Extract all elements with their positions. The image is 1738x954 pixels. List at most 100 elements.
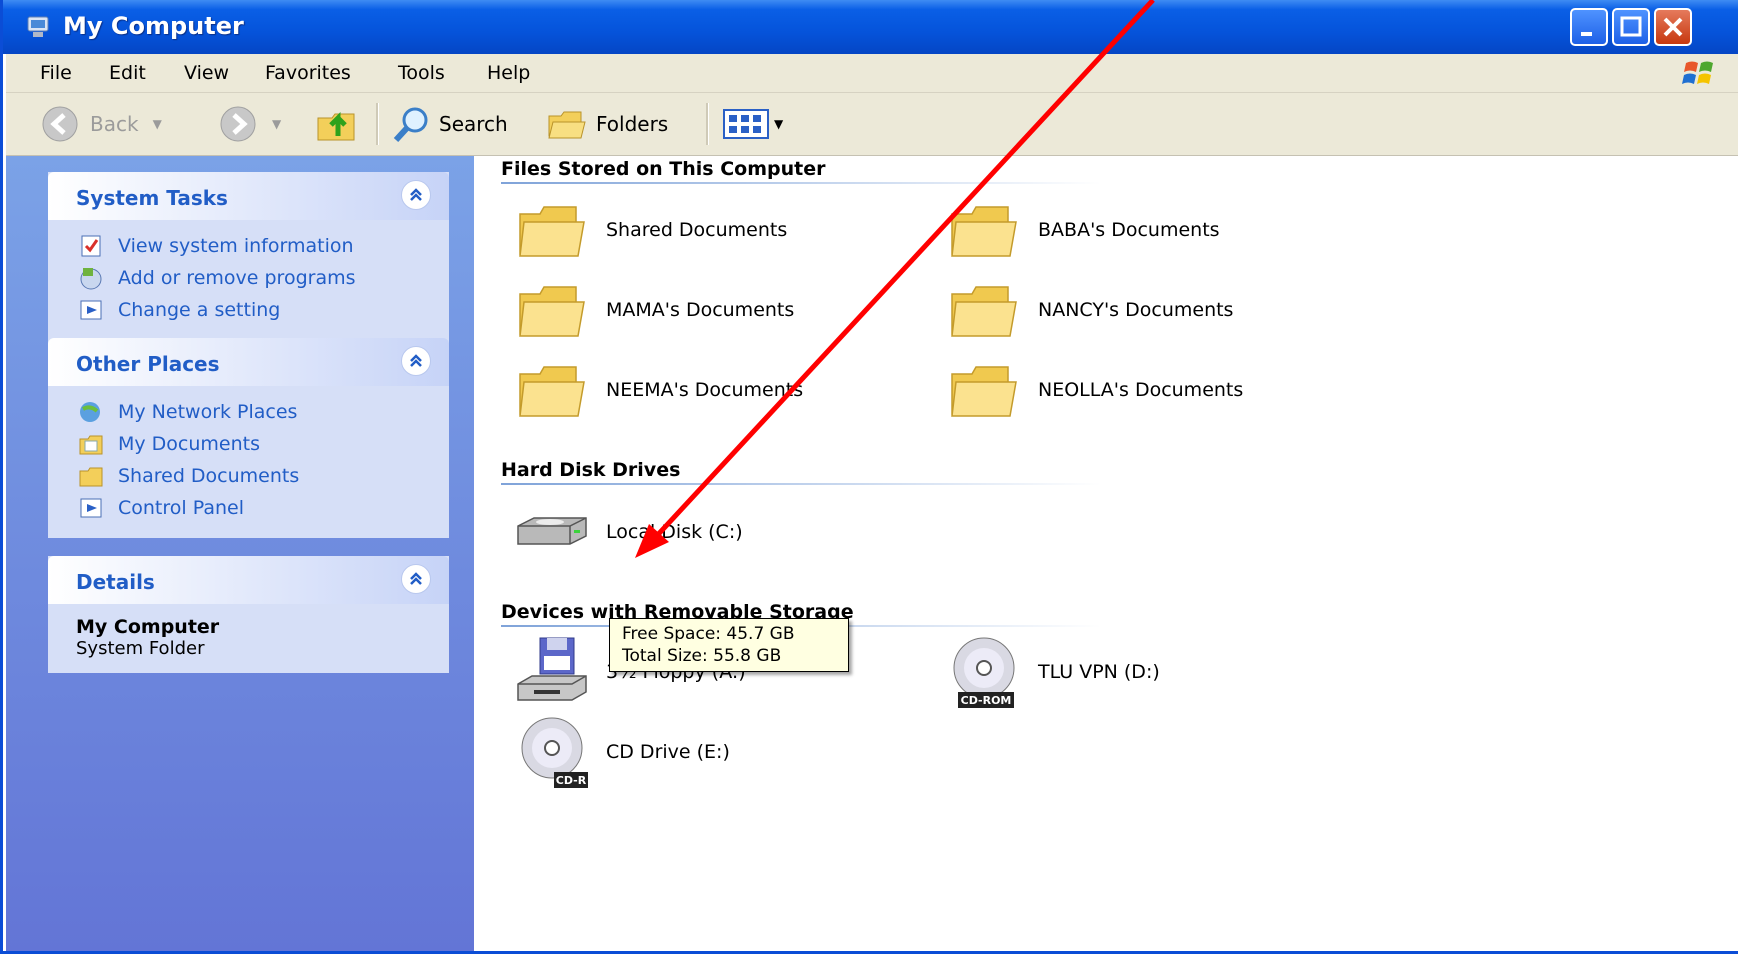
views-button[interactable]: ▼ xyxy=(722,105,783,143)
system-tasks-panel: System Tasks View system information Add… xyxy=(48,172,449,340)
folder-icon xyxy=(519,206,585,257)
system-information-icon xyxy=(81,235,101,257)
folder-item[interactable]: Shared Documents xyxy=(514,196,787,264)
window-title: My Computer xyxy=(63,12,244,40)
cd-r-icon: CD-R xyxy=(521,717,588,788)
menu-tools[interactable]: Tools xyxy=(398,62,445,84)
minimize-icon xyxy=(1581,32,1592,36)
add-remove-programs-icon xyxy=(80,268,102,290)
place-shared-documents[interactable]: Shared Documents xyxy=(48,460,449,492)
menu-edit[interactable]: Edit xyxy=(109,62,146,84)
details-item-name: My Computer xyxy=(76,616,220,638)
details-title: Details xyxy=(76,570,155,594)
cd-rom-icon: CD-ROM xyxy=(953,637,1015,708)
my-computer-icon xyxy=(27,16,49,37)
up-folder-button[interactable] xyxy=(316,105,360,143)
maximize-button[interactable] xyxy=(1612,8,1650,46)
my-computer-window: My Computer File Edit View Favorites Too… xyxy=(0,0,1738,954)
task-view-system-information[interactable]: View system information xyxy=(48,230,449,262)
disk-tooltip: Free Space: 45.7 GB Total Size: 55.8 GB xyxy=(609,618,849,672)
local-disk-c[interactable]: Local Disk (C:) xyxy=(514,498,743,566)
search-icon xyxy=(393,107,428,143)
folder-icon xyxy=(951,366,1017,417)
menu-bar: File Edit View Favorites Tools Help xyxy=(6,54,1738,93)
cd-rom-badge-text: CD-ROM xyxy=(961,694,1012,707)
hard-disk-icon xyxy=(517,517,587,545)
folder-item[interactable]: NEOLLA's Documents xyxy=(946,356,1243,424)
folder-item[interactable]: MAMA's Documents xyxy=(514,276,794,344)
folder-up-icon xyxy=(317,111,355,141)
control-panel-icon xyxy=(80,300,102,320)
back-dropdown-icon[interactable]: ▼ xyxy=(153,117,162,131)
forward-button[interactable]: ▼ xyxy=(218,105,281,143)
control-panel-icon xyxy=(80,498,102,518)
network-places-icon xyxy=(80,402,100,422)
group-header-files: Files Stored on This Computer xyxy=(501,158,826,180)
my-documents-icon xyxy=(79,435,103,455)
windows-logo-icon xyxy=(1682,61,1713,84)
menu-view[interactable]: View xyxy=(184,62,229,84)
place-control-panel[interactable]: Control Panel xyxy=(48,492,449,524)
cd-drive-e[interactable]: CD-R CD Drive (E:) xyxy=(514,714,730,790)
menu-file[interactable]: File xyxy=(40,62,72,84)
details-item-type: System Folder xyxy=(76,638,205,659)
chevron-up-icon xyxy=(410,572,422,585)
chevron-up-icon xyxy=(410,354,422,367)
folder-icon xyxy=(519,366,585,417)
task-add-remove-programs[interactable]: Add or remove programs xyxy=(48,262,449,294)
tooltip-free-space: Free Space: 45.7 GB xyxy=(622,624,795,644)
folders-icon xyxy=(548,111,586,139)
chevron-up-icon xyxy=(410,188,422,201)
folder-item[interactable]: BABA's Documents xyxy=(946,196,1220,264)
cd-r-badge-text: CD-R xyxy=(556,774,587,787)
forward-dropdown-icon[interactable]: ▼ xyxy=(272,117,281,131)
task-change-setting[interactable]: Change a setting xyxy=(48,294,449,326)
views-icon xyxy=(723,109,769,139)
folder-item[interactable]: NANCY's Documents xyxy=(946,276,1233,344)
forward-arrow-icon xyxy=(220,106,256,142)
folder-icon xyxy=(951,206,1017,257)
search-label: Search xyxy=(439,112,508,136)
tooltip-total-size: Total Size: 55.8 GB xyxy=(622,646,782,666)
place-my-documents[interactable]: My Documents xyxy=(48,428,449,460)
collapse-button[interactable] xyxy=(401,564,431,594)
place-my-network-places[interactable]: My Network Places xyxy=(48,396,449,428)
back-arrow-icon xyxy=(42,106,78,142)
toolbar-separator xyxy=(376,103,379,145)
other-places-header[interactable]: Other Places xyxy=(48,338,449,386)
other-places-panel: Other Places My Network Places My Docume… xyxy=(48,338,449,538)
back-button[interactable]: Back ▼ xyxy=(40,105,162,143)
folder-icon xyxy=(79,467,103,487)
folder-icon xyxy=(951,286,1017,337)
folder-item[interactable]: NEEMA's Documents xyxy=(514,356,803,424)
cd-rom-drive-d[interactable]: CD-ROM TLU VPN (D:) xyxy=(946,634,1160,710)
close-icon xyxy=(1663,17,1683,37)
details-header[interactable]: Details xyxy=(48,556,449,604)
minimize-button[interactable] xyxy=(1570,8,1608,46)
system-tasks-header[interactable]: System Tasks xyxy=(48,172,449,220)
task-pane: System Tasks View system information Add… xyxy=(6,156,474,951)
details-panel: Details My Computer System Folder xyxy=(48,556,449,673)
content-area: Files Stored on This Computer Shared Doc… xyxy=(474,156,1738,951)
collapse-button[interactable] xyxy=(401,180,431,210)
search-button[interactable]: Search xyxy=(391,105,508,143)
title-bar[interactable]: My Computer xyxy=(3,0,1738,54)
other-places-title: Other Places xyxy=(76,352,220,376)
views-dropdown-icon[interactable]: ▼ xyxy=(774,117,783,131)
toolbar: Back ▼ ▼ Search Folders ▼ xyxy=(6,93,1738,156)
back-label: Back xyxy=(90,112,139,136)
close-button[interactable] xyxy=(1654,8,1692,46)
menu-favorites[interactable]: Favorites xyxy=(265,62,351,84)
group-header-hard-disks: Hard Disk Drives xyxy=(501,459,681,481)
floppy-drive-icon xyxy=(517,637,587,701)
maximize-icon xyxy=(1620,16,1642,37)
system-tasks-title: System Tasks xyxy=(76,186,228,210)
group-divider xyxy=(501,483,1101,485)
folders-button[interactable]: Folders xyxy=(546,105,668,143)
collapse-button[interactable] xyxy=(401,346,431,376)
folder-icon xyxy=(519,286,585,337)
menu-help[interactable]: Help xyxy=(487,62,530,84)
folders-label: Folders xyxy=(596,112,669,136)
group-divider xyxy=(501,182,1101,184)
toolbar-separator xyxy=(706,103,709,145)
